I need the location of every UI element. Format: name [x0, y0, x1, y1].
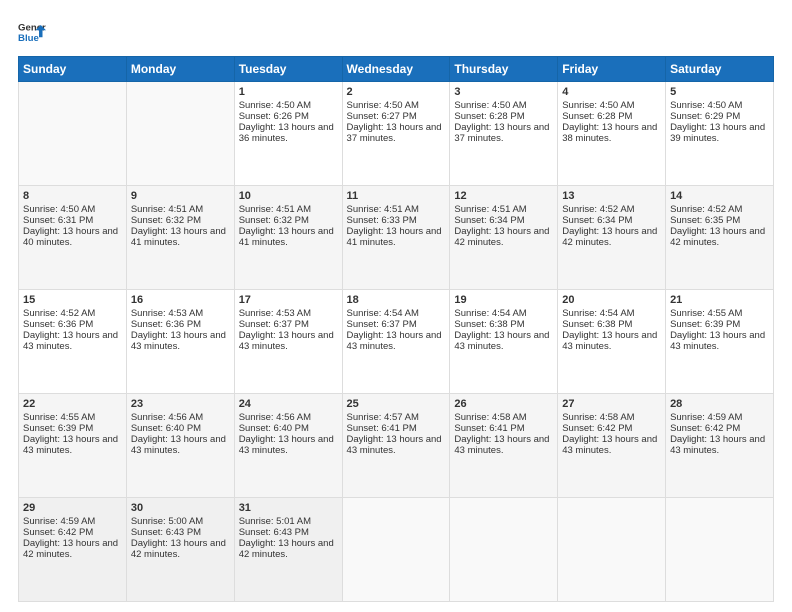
day-number: 26 — [454, 398, 553, 410]
table-cell: 29Sunrise: 4:59 AMSunset: 6:42 PMDayligh… — [19, 498, 127, 602]
table-cell: 21Sunrise: 4:55 AMSunset: 6:39 PMDayligh… — [666, 290, 774, 394]
day-number: 4 — [562, 86, 661, 98]
table-cell: 5Sunrise: 4:50 AMSunset: 6:29 PMDaylight… — [666, 82, 774, 186]
table-cell — [342, 498, 450, 602]
table-cell: 25Sunrise: 4:57 AMSunset: 6:41 PMDayligh… — [342, 394, 450, 498]
day-number: 17 — [239, 294, 338, 306]
day-number: 11 — [347, 190, 446, 202]
table-cell: 26Sunrise: 4:58 AMSunset: 6:41 PMDayligh… — [450, 394, 558, 498]
logo: General Blue — [18, 18, 46, 46]
table-cell: 15Sunrise: 4:52 AMSunset: 6:36 PMDayligh… — [19, 290, 127, 394]
day-number: 19 — [454, 294, 553, 306]
table-cell: 1Sunrise: 4:50 AMSunset: 6:26 PMDaylight… — [234, 82, 342, 186]
col-thursday: Thursday — [450, 57, 558, 82]
day-number: 21 — [670, 294, 769, 306]
table-cell: 31Sunrise: 5:01 AMSunset: 6:43 PMDayligh… — [234, 498, 342, 602]
col-saturday: Saturday — [666, 57, 774, 82]
day-number: 1 — [239, 86, 338, 98]
calendar-header-row: Sunday Monday Tuesday Wednesday Thursday… — [19, 57, 774, 82]
table-cell: 27Sunrise: 4:58 AMSunset: 6:42 PMDayligh… — [558, 394, 666, 498]
day-number: 3 — [454, 86, 553, 98]
day-number: 10 — [239, 190, 338, 202]
day-number: 24 — [239, 398, 338, 410]
table-cell: 20Sunrise: 4:54 AMSunset: 6:38 PMDayligh… — [558, 290, 666, 394]
day-number: 18 — [347, 294, 446, 306]
day-number: 28 — [670, 398, 769, 410]
table-cell: 16Sunrise: 4:53 AMSunset: 6:36 PMDayligh… — [126, 290, 234, 394]
day-number: 16 — [131, 294, 230, 306]
calendar-table: Sunday Monday Tuesday Wednesday Thursday… — [18, 56, 774, 602]
table-cell — [666, 498, 774, 602]
header: General Blue — [18, 18, 774, 46]
col-monday: Monday — [126, 57, 234, 82]
svg-text:Blue: Blue — [18, 33, 39, 44]
table-cell: 19Sunrise: 4:54 AMSunset: 6:38 PMDayligh… — [450, 290, 558, 394]
table-cell: 24Sunrise: 4:56 AMSunset: 6:40 PMDayligh… — [234, 394, 342, 498]
day-number: 27 — [562, 398, 661, 410]
day-number: 23 — [131, 398, 230, 410]
page: General Blue Sunday Monday Tuesday Wedne… — [0, 0, 792, 612]
day-number: 14 — [670, 190, 769, 202]
table-cell: 11Sunrise: 4:51 AMSunset: 6:33 PMDayligh… — [342, 186, 450, 290]
day-number: 30 — [131, 502, 230, 514]
table-cell: 22Sunrise: 4:55 AMSunset: 6:39 PMDayligh… — [19, 394, 127, 498]
table-cell — [19, 82, 127, 186]
day-number: 12 — [454, 190, 553, 202]
day-number: 9 — [131, 190, 230, 202]
table-cell: 30Sunrise: 5:00 AMSunset: 6:43 PMDayligh… — [126, 498, 234, 602]
day-number: 29 — [23, 502, 122, 514]
table-cell: 14Sunrise: 4:52 AMSunset: 6:35 PMDayligh… — [666, 186, 774, 290]
table-cell: 28Sunrise: 4:59 AMSunset: 6:42 PMDayligh… — [666, 394, 774, 498]
table-cell: 13Sunrise: 4:52 AMSunset: 6:34 PMDayligh… — [558, 186, 666, 290]
day-number: 5 — [670, 86, 769, 98]
table-cell: 9Sunrise: 4:51 AMSunset: 6:32 PMDaylight… — [126, 186, 234, 290]
day-number: 8 — [23, 190, 122, 202]
col-tuesday: Tuesday — [234, 57, 342, 82]
table-cell: 2Sunrise: 4:50 AMSunset: 6:27 PMDaylight… — [342, 82, 450, 186]
col-friday: Friday — [558, 57, 666, 82]
table-cell: 12Sunrise: 4:51 AMSunset: 6:34 PMDayligh… — [450, 186, 558, 290]
day-number: 13 — [562, 190, 661, 202]
day-number: 15 — [23, 294, 122, 306]
table-cell — [450, 498, 558, 602]
day-number: 31 — [239, 502, 338, 514]
table-cell: 4Sunrise: 4:50 AMSunset: 6:28 PMDaylight… — [558, 82, 666, 186]
col-wednesday: Wednesday — [342, 57, 450, 82]
day-number: 25 — [347, 398, 446, 410]
table-cell: 18Sunrise: 4:54 AMSunset: 6:37 PMDayligh… — [342, 290, 450, 394]
col-sunday: Sunday — [19, 57, 127, 82]
table-cell — [558, 498, 666, 602]
table-cell: 8Sunrise: 4:50 AMSunset: 6:31 PMDaylight… — [19, 186, 127, 290]
day-number: 22 — [23, 398, 122, 410]
day-number: 2 — [347, 86, 446, 98]
table-cell — [126, 82, 234, 186]
day-number: 20 — [562, 294, 661, 306]
table-cell: 23Sunrise: 4:56 AMSunset: 6:40 PMDayligh… — [126, 394, 234, 498]
table-cell: 10Sunrise: 4:51 AMSunset: 6:32 PMDayligh… — [234, 186, 342, 290]
table-cell: 3Sunrise: 4:50 AMSunset: 6:28 PMDaylight… — [450, 82, 558, 186]
table-cell: 17Sunrise: 4:53 AMSunset: 6:37 PMDayligh… — [234, 290, 342, 394]
logo-icon: General Blue — [18, 18, 46, 46]
